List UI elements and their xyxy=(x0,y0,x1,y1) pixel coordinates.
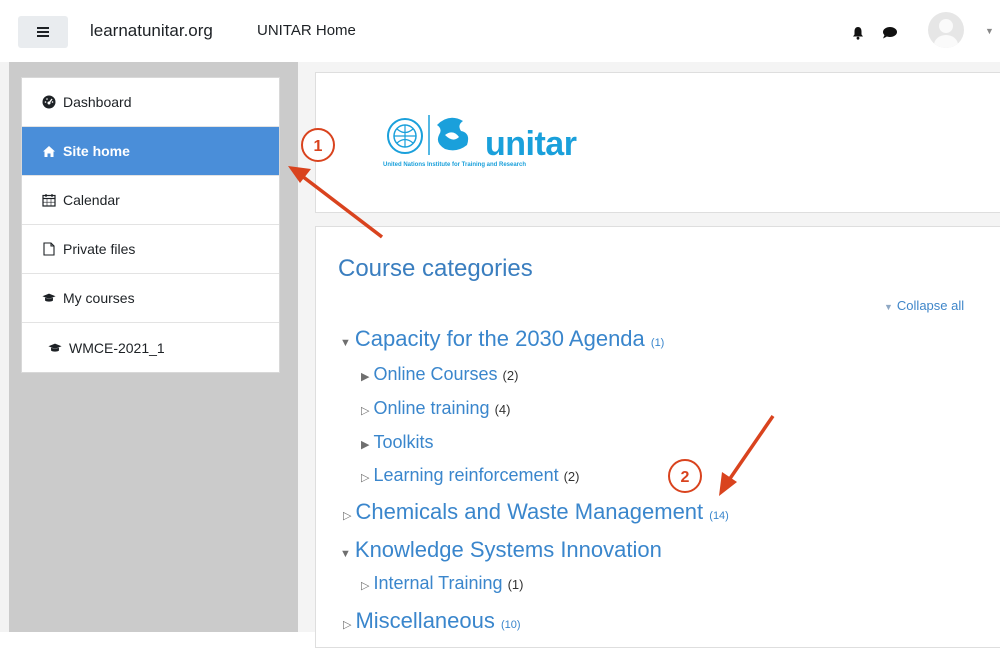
collapsed-arrow-icon[interactable]: ▷ xyxy=(343,509,351,522)
unitar-tagline: United Nations Institute for Training an… xyxy=(383,162,527,168)
category-miscellaneous[interactable]: ▷ Miscellaneous (10) xyxy=(343,608,521,634)
sidebar-item-my-courses[interactable]: My courses xyxy=(22,274,279,323)
sidebar-item-dashboard[interactable]: Dashboard xyxy=(22,78,279,127)
home-icon xyxy=(42,144,56,158)
category-internal-training[interactable]: ▷ Internal Training (1) xyxy=(361,573,523,594)
user-menu-caret-icon[interactable]: ▼ xyxy=(985,26,994,36)
file-icon xyxy=(42,242,56,256)
collapsed-arrow-icon[interactable]: ▶ xyxy=(361,370,369,383)
sidebar-item-label: WMCE-2021_1 xyxy=(69,339,165,356)
category-online-training[interactable]: ▷ Online training (4) xyxy=(361,398,510,419)
sidebar-item-label: Calendar xyxy=(63,192,120,208)
calendar-icon xyxy=(42,193,56,207)
category-chemicals-waste-management[interactable]: ▷ Chemicals and Waste Management (14) xyxy=(343,499,729,525)
sidebar-item-wmce-2021-1[interactable]: WMCE-2021_1 xyxy=(22,323,279,372)
collapsed-arrow-icon[interactable]: ▶ xyxy=(361,438,369,451)
sidebar-item-site-home[interactable]: Site home xyxy=(22,127,279,176)
collapse-all-link[interactable]: ▼ Collapse all xyxy=(884,298,964,313)
category-knowledge-systems-innovation[interactable]: ▼ Knowledge Systems Innovation xyxy=(340,537,662,563)
dashboard-icon xyxy=(42,95,56,109)
expanded-arrow-icon[interactable]: ▼ xyxy=(340,337,351,349)
sidebar-item-calendar[interactable]: Calendar xyxy=(22,176,279,225)
sidebar-item-label: Site home xyxy=(63,143,130,159)
caret-down-icon: ▼ xyxy=(884,302,893,312)
graduation-cap-icon xyxy=(48,341,62,355)
category-toolkits[interactable]: ▶ Toolkits xyxy=(361,432,434,453)
sidebar-item-label: Dashboard xyxy=(63,94,132,110)
top-navbar: learnatunitar.org UNITAR Home ▼ xyxy=(0,0,1000,63)
collapsed-arrow-icon[interactable]: ▷ xyxy=(361,404,369,417)
hamburger-icon[interactable] xyxy=(18,16,68,48)
category-learning-reinforcement[interactable]: ▷ Learning reinforcement (2) xyxy=(361,465,579,486)
nav-list: Dashboard Site home Calendar Private fil… xyxy=(21,77,280,373)
sidebar-item-private-files[interactable]: Private files xyxy=(22,225,279,274)
category-online-courses[interactable]: ▶ Online Courses (2) xyxy=(361,364,518,385)
unitar-home-link[interactable]: UNITAR Home xyxy=(257,22,356,39)
category-capacity-2030-agenda[interactable]: ▼ Capacity for the 2030 Agenda (1) xyxy=(340,326,664,352)
chat-icon[interactable] xyxy=(882,26,898,39)
collapsed-arrow-icon[interactable]: ▷ xyxy=(361,471,369,484)
avatar-icon[interactable] xyxy=(928,12,964,48)
sidebar-item-label: My courses xyxy=(63,290,135,306)
un-emblem-logo[interactable] xyxy=(383,111,483,161)
graduation-cap-icon xyxy=(42,291,56,305)
sidebar-item-label: Private files xyxy=(63,241,136,257)
drawer-edge xyxy=(0,62,9,632)
site-name-link[interactable]: learnatunitar.org xyxy=(90,21,213,41)
bell-icon[interactable] xyxy=(851,26,865,40)
page-title: Course categories xyxy=(338,255,533,282)
expanded-arrow-icon[interactable]: ▼ xyxy=(340,548,351,560)
collapsed-arrow-icon[interactable]: ▷ xyxy=(361,579,369,592)
collapsed-arrow-icon[interactable]: ▷ xyxy=(343,618,351,631)
unitar-wordmark: unitar xyxy=(485,125,577,163)
